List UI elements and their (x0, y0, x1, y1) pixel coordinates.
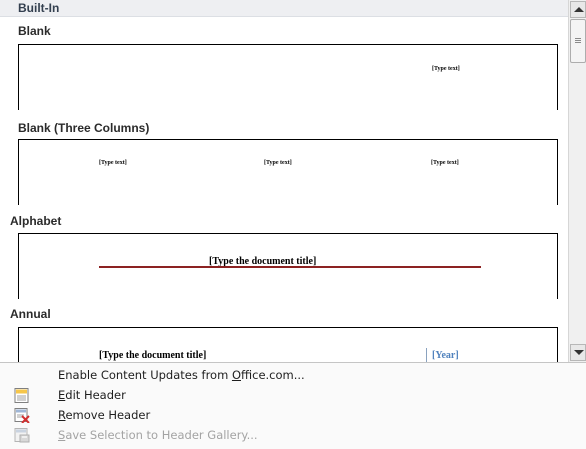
placeholder-text-center: [Type text] (264, 160, 292, 166)
arrow-down-icon (574, 350, 584, 355)
save-selection-icon (14, 428, 30, 443)
label-text: emove Header (65, 408, 151, 422)
scroll-grip-line (575, 42, 581, 43)
accelerator-key: O (231, 368, 241, 382)
gallery-item-label-blank: Blank (18, 24, 51, 38)
section-header-built-in: Built-In (0, 0, 568, 17)
menu-item-remove-header[interactable]: Remove Header (0, 405, 586, 426)
gallery-item-alphabet[interactable]: [Type the document title] (18, 233, 558, 299)
header-menu: Enable Content Updates from Office.com..… (0, 362, 586, 449)
label-text: ffice.com... (241, 368, 305, 382)
header-gallery: Built-In Blank [Type text] Blank (Three … (0, 0, 568, 362)
scroll-down-button[interactable] (570, 344, 586, 361)
scroll-grip-line (575, 38, 581, 39)
gallery-scrollbar[interactable] (568, 0, 586, 362)
gallery-item-label-annual: Annual (10, 307, 51, 321)
menu-item-label: Enable Content Updates from Office.com..… (58, 368, 305, 382)
gallery-item-label-blank-three-columns: Blank (Three Columns) (18, 121, 150, 135)
scroll-thumb[interactable] (570, 19, 586, 63)
label-text: ave Selection to Header Gallery... (65, 428, 258, 442)
menu-item-label: Remove Header (58, 408, 150, 422)
year-placeholder: [Year] (432, 350, 459, 361)
gallery-item-blank[interactable]: [Type text] (18, 44, 558, 110)
menu-item-label: Edit Header (58, 388, 126, 402)
document-title-placeholder: [Type the document title] (99, 350, 207, 361)
year-divider (426, 348, 427, 362)
arrow-up-icon (574, 7, 584, 12)
scroll-grip-line (575, 40, 581, 41)
placeholder-text: [Type text] (432, 66, 460, 72)
gallery-item-blank-three-columns[interactable]: [Type text] [Type text] [Type text] (18, 139, 558, 205)
label-text: dit Header (65, 388, 126, 402)
menu-item-enable-content-updates[interactable]: Enable Content Updates from Office.com..… (0, 365, 586, 386)
menu-item-save-selection[interactable]: Save Selection to Header Gallery... (0, 425, 586, 446)
menu-item-label: Save Selection to Header Gallery... (58, 428, 258, 442)
placeholder-text-left: [Type text] (99, 160, 127, 166)
menu-item-edit-header[interactable]: Edit Header (0, 385, 586, 406)
gallery-item-annual[interactable]: [Type the document title] [Year] (18, 327, 558, 362)
edit-header-icon (14, 388, 29, 403)
label-text: Enable Content Updates from (58, 368, 232, 382)
section-title: Built-In (18, 1, 60, 15)
remove-header-icon (14, 408, 30, 423)
placeholder-text-right: [Type text] (431, 160, 459, 166)
gallery-item-label-alphabet: Alphabet (10, 214, 62, 228)
title-rule-line (99, 266, 481, 268)
scroll-up-button[interactable] (570, 1, 586, 18)
